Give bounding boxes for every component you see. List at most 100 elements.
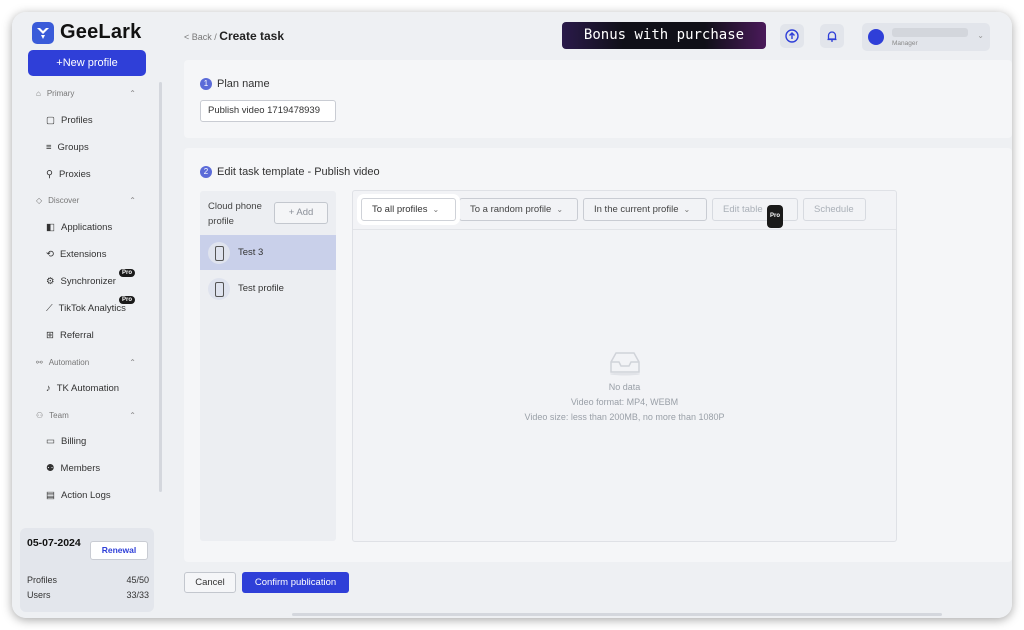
chevron-down-icon: ⌄ [432, 205, 440, 214]
pro-badge: Pro [767, 205, 784, 228]
bonus-banner[interactable]: Bonus with purchase [562, 22, 766, 49]
app-window: GeeLark +New profile ⌂ Primary ⌃ ▢ Profi… [12, 12, 1012, 618]
to-random-profile-dropdown[interactable]: To a random profile ⌄ [459, 198, 578, 221]
sidebar-item-label: TK Automation [56, 383, 120, 394]
in-current-profile-dropdown[interactable]: In the current profile ⌄ [583, 198, 707, 221]
plan-expiry-date: 05-07-2024 [27, 537, 81, 549]
sidebar-item-label: Groups [57, 142, 89, 153]
groups-icon: ≡ [46, 142, 52, 153]
logs-icon: ▤ [46, 490, 55, 501]
section-team[interactable]: ⚇ Team ⌃ [36, 411, 136, 420]
chevron-up-icon: ⌃ [129, 358, 136, 367]
proxies-icon: ⚲ [46, 169, 53, 180]
sidebar-item-label: Referral [59, 330, 94, 341]
discover-icon: ◇ [36, 196, 43, 205]
step-number: 2 [200, 166, 212, 179]
step-title-text: Plan name [217, 78, 270, 90]
empty-state-title: No data [608, 382, 641, 392]
profile-row[interactable]: Test profile [200, 271, 336, 306]
geelark-logo-icon [32, 21, 54, 44]
sidebar-item-applications[interactable]: ◧ Applications [46, 222, 112, 233]
chevron-down-icon: ⌄ [977, 31, 984, 40]
gift-icon: ⊞ [46, 330, 54, 341]
toolbar-divider [353, 229, 896, 230]
sidebar-item-label: Billing [60, 436, 87, 447]
team-icon: ⚇ [36, 411, 44, 420]
billing-icon: ▭ [46, 436, 55, 447]
edit-table-label: Edit table [723, 204, 763, 215]
upload-button[interactable] [780, 24, 804, 48]
extensions-icon: ⟲ [46, 249, 54, 260]
user-menu[interactable]: Manager ⌄ [862, 23, 990, 51]
chevron-down-icon: ⌄ [556, 205, 564, 214]
new-profile-button[interactable]: +New profile [28, 50, 146, 76]
chevron-up-icon: ⌃ [129, 89, 136, 98]
plan-name-input[interactable]: Publish video 1719478939 [200, 100, 336, 122]
sidebar-item-label: Action Logs [60, 490, 111, 501]
edit-table-button[interactable]: Edit table Pro [712, 198, 798, 228]
back-link[interactable]: < Back / [184, 32, 217, 42]
horizontal-scrollbar[interactable] [292, 613, 942, 616]
arrow-up-icon [780, 24, 804, 48]
notifications-button[interactable] [820, 24, 844, 48]
sidebar-item-label: Members [60, 463, 101, 474]
main-content: < Back / Create task Bonus with purchase… [162, 12, 1012, 618]
sidebar-item-referral[interactable]: ⊞ Referral [46, 330, 94, 341]
footer-actions: Cancel Confirm publication [162, 564, 1012, 618]
profile-name: Test 3 [238, 247, 264, 258]
sidebar-item-groups[interactable]: ≡ Groups [46, 142, 89, 153]
sidebar-item-proxies[interactable]: ⚲ Proxies [46, 169, 91, 180]
plan-name-card: 1 Plan name Publish video 1719478939 [184, 60, 1012, 138]
plan-users-value: 33/33 [126, 590, 149, 600]
plan-name-heading: 1 Plan name [200, 78, 270, 91]
automation-icon: ⚯ [36, 358, 43, 367]
task-template-heading: 2 Edit task template - Publish video [200, 166, 380, 179]
sidebar-item-members[interactable]: ⚉ Members [46, 463, 100, 474]
profiles-icon: ▢ [46, 115, 55, 126]
avatar [868, 29, 884, 45]
profile-row-selected[interactable]: Test 3 [200, 235, 336, 270]
sidebar-item-tk-automation[interactable]: ♪ TK Automation [46, 383, 119, 394]
app-name: GeeLark [60, 21, 142, 43]
sidebar-item-tiktok-analytics[interactable]: ⟋ TikTok Analytics [46, 303, 126, 314]
sidebar-item-synchronizer[interactable]: ⚙ Synchronizer [46, 276, 116, 287]
add-profile-button[interactable]: + Add [274, 202, 328, 224]
cloud-phone-profile-label: Cloud phone profile [208, 201, 262, 227]
sidebar-item-action-logs[interactable]: ▤ Action Logs [46, 490, 111, 501]
section-automation[interactable]: ⚯ Automation ⌃ [36, 358, 136, 367]
schedule-button[interactable]: Schedule [803, 198, 866, 221]
sidebar-item-label: Applications [60, 222, 113, 233]
plan-users-label: Users [27, 590, 51, 600]
chevron-up-icon: ⌃ [129, 196, 136, 205]
empty-inbox-icon [610, 352, 640, 376]
synchronizer-icon: ⚙ [46, 276, 55, 287]
to-all-profiles-dropdown[interactable]: To all profiles ⌄ [361, 198, 456, 221]
applications-icon: ◧ [46, 222, 55, 233]
bell-icon [820, 24, 844, 48]
renewal-button[interactable]: Renewal [90, 541, 148, 560]
section-discover[interactable]: ◇ Discover ⌃ [36, 196, 136, 205]
tiktok-icon: ♪ [46, 383, 51, 394]
topbar: < Back / Create task Bonus with purchase… [162, 12, 1012, 60]
chevron-down-icon: ⌄ [683, 205, 691, 214]
plan-profiles-value: 45/50 [126, 575, 149, 585]
video-size-hint: Video size: less than 200MB, no more tha… [524, 412, 725, 422]
logo: GeeLark [32, 21, 141, 44]
cancel-button[interactable]: Cancel [184, 572, 236, 593]
schedule-label: Schedule [814, 204, 854, 215]
profile-list-panel: Cloud phone profile + Add Test 3 Test pr… [200, 191, 336, 541]
section-discover-label: Discover [48, 196, 80, 205]
task-template-card: 2 Edit task template - Publish video Clou… [184, 148, 1012, 562]
section-primary[interactable]: ⌂ Primary ⌃ [36, 89, 136, 98]
sidebar-item-billing[interactable]: ▭ Billing [46, 436, 86, 447]
section-primary-label: Primary [46, 89, 75, 98]
sidebar-item-extensions[interactable]: ⟲ Extensions [46, 249, 106, 260]
user-role: Manager [892, 40, 918, 47]
analytics-icon: ⟋ [46, 303, 53, 314]
sidebar-item-profiles[interactable]: ▢ Profiles [46, 115, 93, 126]
video-table-panel: To all profiles ⌄ To a random profile ⌄ In… [352, 190, 897, 542]
step-title-text: Edit task template - Publish video [217, 166, 380, 178]
plan-users-row: Users 33/33 [27, 590, 149, 600]
confirm-publication-button[interactable]: Confirm publication [242, 572, 349, 593]
plan-profiles-row: Profiles 45/50 [27, 575, 149, 585]
